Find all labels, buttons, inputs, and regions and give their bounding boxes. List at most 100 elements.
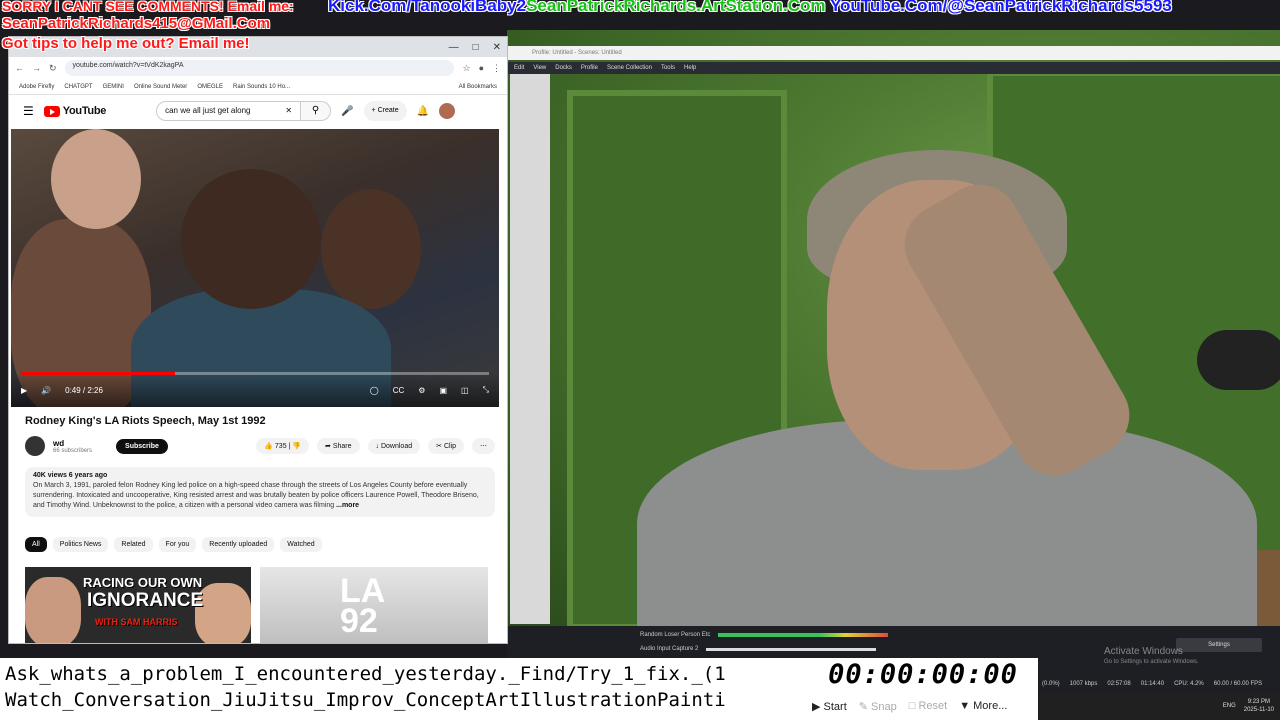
volume-slider[interactable] [706, 647, 877, 651]
video-controls: ▶ 🔊 0:49 / 2:26 ◯ CC ⚙ ▣ ◫ ⤡ [11, 373, 499, 407]
status-cpu: CPU: 4.2% [1174, 681, 1204, 687]
menu-docks[interactable]: Docks [555, 65, 572, 71]
subscriber-count: 66 subscribers [53, 447, 93, 454]
bookmark-item[interactable]: Rain Sounds 10 Ho... [233, 84, 290, 90]
ticker-line: Ask_whats_a_problem_I_encountered_yester… [5, 663, 726, 685]
notifications-icon[interactable]: 🔔 [417, 106, 429, 117]
microphone-icon[interactable]: 🎤 [341, 106, 353, 117]
reload-icon[interactable]: ↻ [49, 63, 57, 74]
thumbnail-face [195, 583, 251, 643]
bookmark-item[interactable]: CHATGPT [64, 84, 92, 90]
video-title: Rodney King's LA Riots Speech, May 1st 1… [25, 415, 266, 427]
menu-scene-collection[interactable]: Scene Collection [607, 65, 652, 71]
search-input[interactable]: can we all just get along ✕ [156, 101, 302, 121]
close-icon[interactable]: ✕ [493, 42, 501, 53]
overlay-email: SeanPatrickRichards415@GMail.Com [2, 15, 271, 32]
download-button[interactable]: ↓ Download [367, 438, 421, 454]
status-dropped: (0.0%) [1042, 681, 1060, 687]
like-button[interactable]: 👍 735 | 👎 [256, 438, 310, 454]
menu-edit[interactable]: Edit [514, 65, 524, 71]
profile-icon[interactable]: ● [479, 63, 484, 73]
bookmark-item[interactable]: OMEGLE [197, 84, 223, 90]
audio-source-label: Random Loser Person Etc [640, 632, 711, 638]
miniplayer-icon[interactable]: ▣ [439, 386, 447, 395]
youtube-play-icon [43, 105, 60, 117]
overlay-youtube-link: YouTube.Com/@SeanPatrickRichards5593 [829, 0, 1172, 15]
audio-mixer: Random Loser Person Etc Audio Input Capt… [640, 628, 970, 658]
ticker-line: Watch_Conversation_JiuJitsu_Improv_Conce… [5, 689, 726, 711]
obs-preview-mirror [510, 74, 550, 624]
more-button[interactable]: ▼ More... [959, 700, 1007, 712]
chip-recently-uploaded[interactable]: Recently uploaded [202, 537, 275, 552]
clear-icon[interactable]: ✕ [285, 106, 292, 116]
menu-tools[interactable]: Tools [661, 65, 675, 71]
maximize-icon[interactable]: □ [473, 42, 479, 53]
all-bookmarks[interactable]: All Bookmarks [459, 84, 497, 90]
more-actions-icon[interactable]: ⋯ [472, 438, 495, 454]
volume-icon[interactable]: 🔊 [41, 386, 51, 395]
thumbnail-face [25, 577, 81, 643]
avatar[interactable] [439, 103, 456, 119]
obs-menubar: Edit View Docks Profile Scene Collection… [508, 62, 1280, 74]
hamburger-icon[interactable]: ☰ [23, 104, 34, 118]
video-figure [321, 189, 421, 309]
menu-icon[interactable]: ⋮ [492, 63, 501, 74]
status-bitrate: 1007 kbps [1069, 681, 1098, 687]
channel-name[interactable]: wd [53, 439, 92, 448]
address-bar[interactable]: youtube.com/watch?v=tVdK2kagPA [64, 60, 455, 76]
star-icon[interactable]: ☆ [462, 63, 470, 74]
bookmark-item[interactable]: Online Sound Meter [134, 84, 187, 90]
youtube-logo[interactable]: YouTube [43, 105, 106, 117]
thumbnail-text: IGNORANCE [87, 590, 204, 611]
gear-icon[interactable]: ⚙ [418, 386, 425, 395]
recommended-thumbnail[interactable]: RACING OUR OWN IGNORANCE WITH SAM HARRIS [25, 567, 251, 643]
chip-all[interactable]: All [25, 537, 47, 552]
overlay-kick-link: Kick.Com/TanookiBaby2 [328, 0, 527, 15]
share-button[interactable]: ➦ Share [317, 438, 360, 454]
youtube-header: ☰ YouTube can we all just get along ✕ ⚲ … [9, 95, 507, 127]
autoplay-toggle[interactable]: ◯ [370, 386, 379, 395]
stopwatch-display: 00:00:00:00 [808, 658, 1038, 692]
scrolling-ticker: Ask_whats_a_problem_I_encountered_yester… [0, 658, 808, 720]
chip-watched[interactable]: Watched [280, 537, 322, 552]
back-icon[interactable]: ← [15, 63, 24, 73]
bookmark-item[interactable]: Adobe Firefly [19, 84, 54, 90]
channel-avatar[interactable] [25, 436, 45, 456]
bookmark-item[interactable]: GEMINI [103, 84, 124, 90]
video-figure [181, 169, 321, 309]
obs-status-bar: (0.0%) 1007 kbps 02:57:08 01:14:40 CPU: … [1038, 676, 1280, 692]
subscribe-button[interactable]: Subscribe [116, 438, 168, 454]
address-row: ← → ↻ youtube.com/watch?v=tVdK2kagPA ☆ ●… [9, 57, 507, 79]
start-button[interactable]: ▶ Start [812, 700, 847, 713]
chip-politics-news[interactable]: Politics News [52, 537, 109, 552]
menu-profile[interactable]: Profile [581, 65, 598, 71]
search-icon[interactable]: ⚲ [301, 101, 332, 121]
clip-button[interactable]: ✂ Clip [428, 438, 464, 454]
forward-icon[interactable]: → [32, 63, 41, 73]
minimize-icon[interactable]: — [449, 42, 459, 53]
browser-window: — □ ✕ ← → ↻ youtube.com/watch?v=tVdK2kag… [8, 36, 508, 644]
recommended-thumbnail[interactable]: LA 92 [260, 567, 488, 643]
menu-view[interactable]: View [533, 65, 546, 71]
cast-icon[interactable]: ◫ [461, 386, 469, 395]
menu-help[interactable]: Help [684, 65, 696, 71]
video-description[interactable]: 40K views 6 years ago On March 3, 1991, … [25, 467, 495, 517]
status-rec-time: 01:14:40 [1140, 681, 1165, 687]
taskbar-clock[interactable]: 9:23 PM 2025-11-10 [1244, 698, 1274, 714]
microphone [1197, 330, 1280, 390]
chip-for-you[interactable]: For you [158, 537, 197, 552]
video-time: 0:49 / 2:26 [65, 385, 103, 395]
language-indicator[interactable]: ENG [1223, 703, 1236, 709]
create-button[interactable]: + Create [363, 101, 407, 121]
video-player[interactable]: ▶ 🔊 0:49 / 2:26 ◯ CC ⚙ ▣ ◫ ⤡ [11, 129, 499, 407]
windows-taskbar: ENG 9:23 PM 2025-11-10 [1038, 692, 1280, 720]
fullscreen-icon[interactable]: ⤡ [483, 385, 489, 395]
chip-related[interactable]: Related [114, 537, 153, 552]
status-live-time: 02:57:08 [1107, 681, 1131, 687]
snap-button[interactable]: ✎ Snap [859, 700, 897, 713]
channel-info: wd 66 subscribers [53, 439, 92, 454]
captions-icon[interactable]: CC [393, 386, 405, 395]
reset-button[interactable]: □ Reset [909, 700, 947, 712]
more-link[interactable]: ...more [336, 502, 359, 509]
play-icon[interactable]: ▶ [21, 386, 27, 395]
